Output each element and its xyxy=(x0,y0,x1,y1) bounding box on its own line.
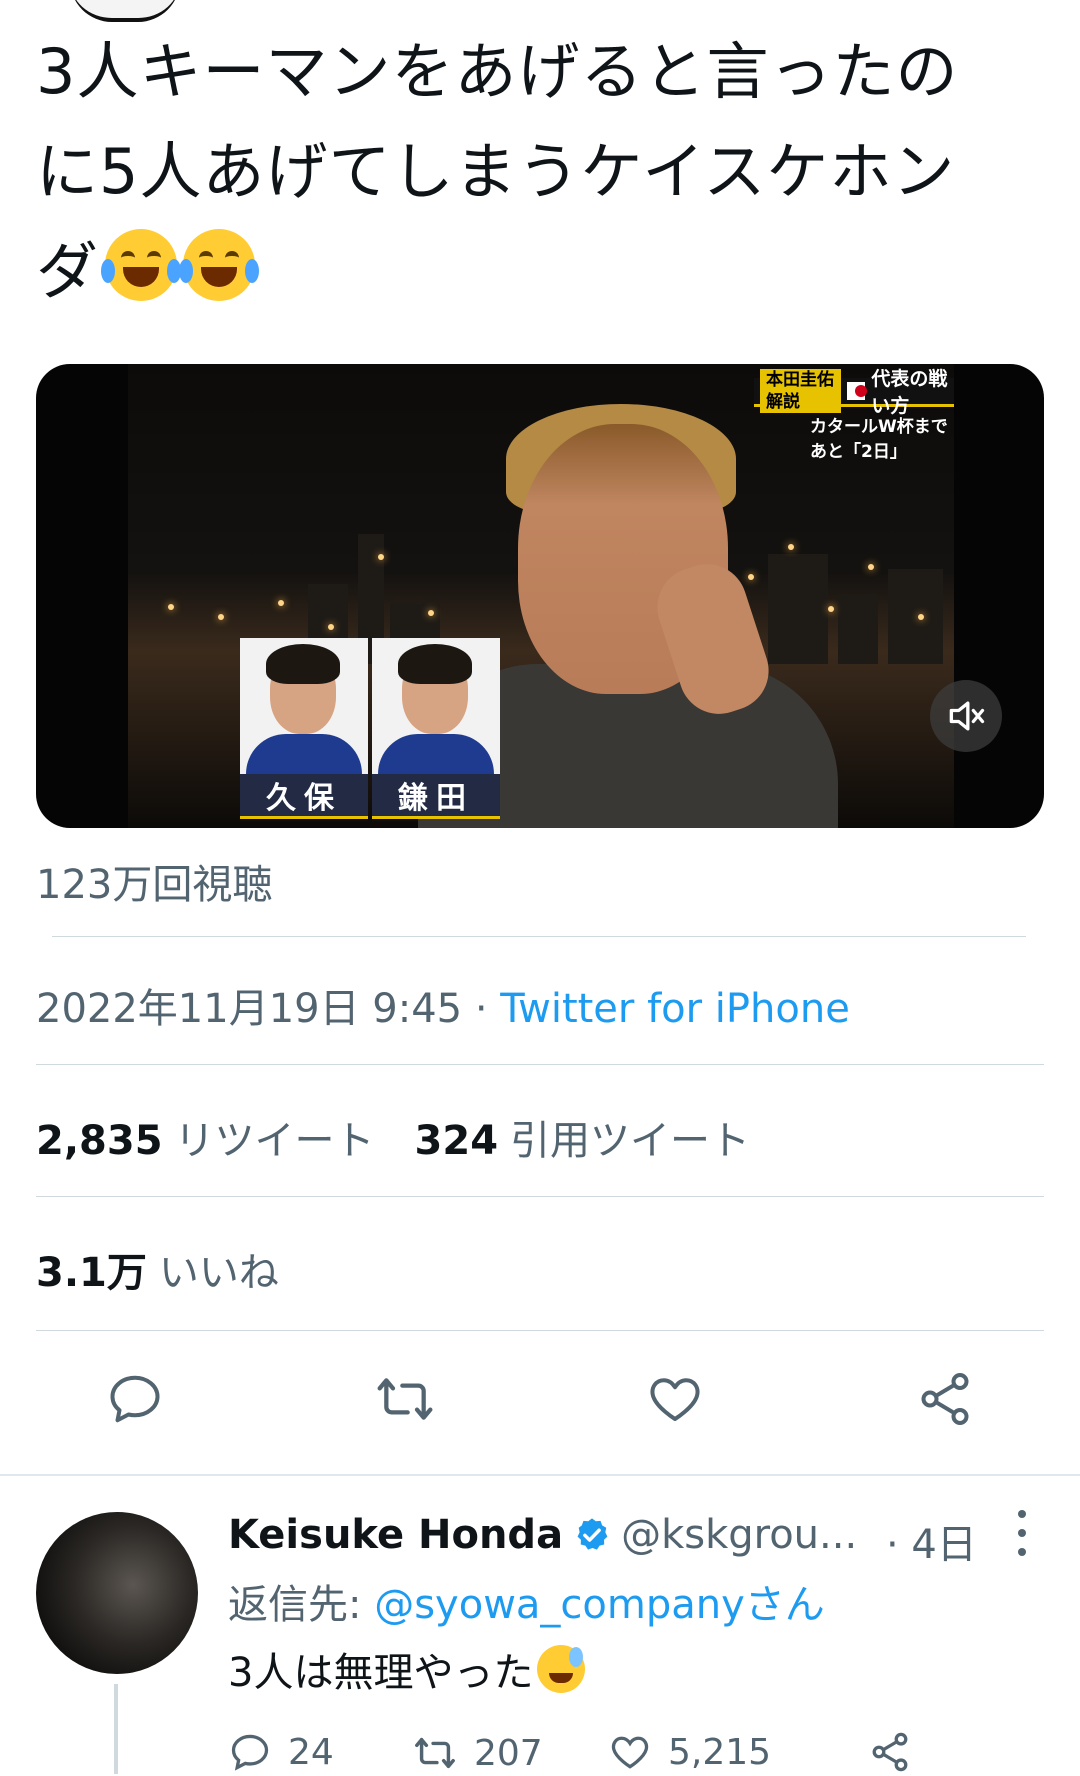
reply-to-mention[interactable]: @syowa_companyさん xyxy=(374,1582,825,1628)
tweet-detail-page: 3人キーマンをあげると言ったの に5人あげてしまうケイスケホン ダ 本田圭佑解説… xyxy=(0,0,1080,1774)
japan-flag-icon xyxy=(846,382,867,400)
share-button[interactable] xyxy=(912,1366,978,1432)
reply-text: 3人は無理やった xyxy=(228,1640,586,1698)
caption-title: 代表の戦い方 xyxy=(871,368,948,417)
tears-of-joy-emoji xyxy=(101,229,182,301)
player-names: 久保 鎌田 xyxy=(240,774,500,819)
unmute-button[interactable] xyxy=(930,680,1002,752)
grinning-sweat-emoji xyxy=(537,1645,586,1693)
tears-of-joy-emoji xyxy=(179,229,260,301)
caption-subtitle: カタールW杯まで あと「2日」 xyxy=(810,417,948,462)
tweet-video[interactable]: 本田圭佑解説 代表の戦い方 カタールW杯まで あと「2日」 久保 鎌田 xyxy=(36,364,1044,828)
caption-tag: 本田圭佑解説 xyxy=(760,369,841,413)
reply-count: 24 xyxy=(288,1731,334,1773)
reply-like-button[interactable]: 5,215 xyxy=(608,1730,771,1774)
verified-badge-icon xyxy=(573,1516,611,1554)
reply-share-button[interactable] xyxy=(868,1730,912,1774)
retweet-count: 207 xyxy=(474,1732,543,1774)
reply-text-content: 3人は無理やった xyxy=(228,1650,534,1696)
reply-author-handle[interactable]: @kskgrou... xyxy=(621,1512,857,1558)
quotes-count: 324 xyxy=(414,1118,499,1164)
heart-icon xyxy=(650,1378,700,1421)
tweet-text: 3人キーマンをあげると言ったの に5人あげてしまうケイスケホン ダ xyxy=(36,22,1046,322)
more-dot xyxy=(1018,1548,1026,1556)
reply-reply-button[interactable]: 24 xyxy=(228,1730,334,1774)
likes-count: 3.1万 xyxy=(36,1250,147,1296)
quotes-stat[interactable]: 324 引用ツイート xyxy=(415,1108,751,1166)
thread-separator xyxy=(0,1474,1080,1476)
retweet-icon xyxy=(377,1378,433,1420)
player-photos xyxy=(240,638,500,774)
player-name: 久保 xyxy=(240,774,368,819)
player-name: 鎌田 xyxy=(372,774,500,819)
reply-icon xyxy=(110,1375,160,1423)
divider xyxy=(36,1064,1044,1065)
thread-line xyxy=(114,1684,118,1774)
retweet-icon xyxy=(415,1737,455,1769)
quotes-label: 引用ツイート xyxy=(510,1118,751,1164)
heart-icon xyxy=(611,1736,649,1769)
reply-icon xyxy=(231,1734,269,1771)
video-frame: 本田圭佑解説 代表の戦い方 カタールW杯まで あと「2日」 久保 鎌田 xyxy=(128,364,954,828)
more-options-button[interactable] xyxy=(1012,1510,1032,1556)
likes-stat[interactable]: 3.1万 いいね xyxy=(36,1240,279,1298)
tweet-text-line: ダ xyxy=(36,222,1046,322)
retweets-label: リツイート xyxy=(174,1118,375,1164)
broadcast-caption: 本田圭佑解説 代表の戦い方 xyxy=(754,368,954,417)
tweet-source-link[interactable]: Twitter for iPhone xyxy=(500,986,850,1032)
more-dot xyxy=(1018,1529,1026,1537)
speaker-muted-icon xyxy=(949,701,985,731)
likes-label: いいね xyxy=(158,1250,279,1296)
reply-retweet-button[interactable]: 207 xyxy=(412,1730,543,1776)
reply-author-avatar[interactable] xyxy=(36,1512,198,1674)
retweet-button[interactable] xyxy=(372,1366,438,1432)
tweet-meta: 2022年11月19日 9:45 · Twitter for iPhone xyxy=(36,976,850,1034)
tweet-action-bar xyxy=(0,1366,1080,1436)
divider xyxy=(36,1196,1044,1197)
player-photo xyxy=(240,638,368,774)
divider xyxy=(36,1330,1044,1331)
retweet-stats: 2,835 リツイート 324 引用ツイート xyxy=(36,1108,750,1166)
divider xyxy=(52,936,1026,937)
tweet-timestamp[interactable]: 2022年11月19日 9:45 xyxy=(36,986,462,1032)
like-button[interactable] xyxy=(642,1366,708,1432)
reply-to-label: 返信先: xyxy=(228,1582,375,1628)
retweets-stat[interactable]: 2,835 リツイート xyxy=(36,1108,375,1166)
meta-separator: · xyxy=(462,986,501,1032)
share-icon xyxy=(872,1732,908,1772)
share-icon xyxy=(921,1373,969,1425)
reply-button[interactable] xyxy=(102,1366,168,1432)
replying-to: 返信先: @syowa_companyさん xyxy=(228,1572,825,1630)
author-avatar-partial[interactable] xyxy=(70,0,180,22)
reply-time[interactable]: · 4日 xyxy=(886,1512,977,1570)
player-photo xyxy=(372,638,500,774)
reply-author-name[interactable]: Keisuke Honda xyxy=(228,1512,563,1558)
view-count: 123万回視聴 xyxy=(36,862,273,908)
retweets-count: 2,835 xyxy=(36,1118,163,1164)
like-count: 5,215 xyxy=(668,1731,772,1773)
tweet-text-line: 3人キーマンをあげると言ったの xyxy=(36,35,959,108)
more-dot xyxy=(1018,1510,1026,1518)
tweet-text-line: に5人あげてしまうケイスケホン xyxy=(36,135,956,208)
